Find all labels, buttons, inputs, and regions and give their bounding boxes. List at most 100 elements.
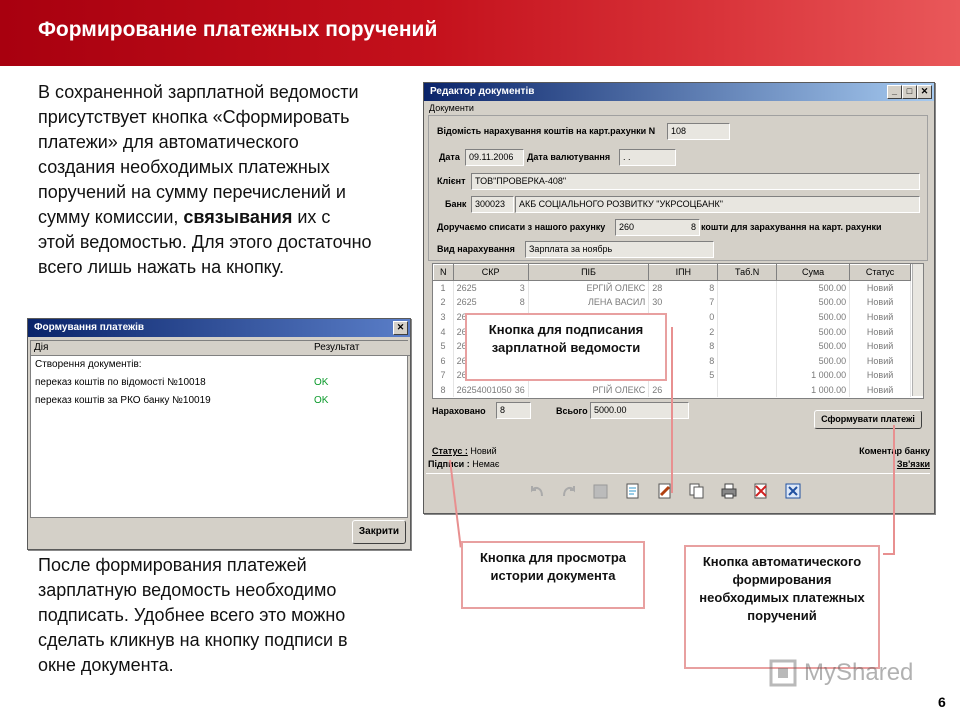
col-tab[interactable]: Таб.N: [717, 264, 778, 281]
cell-ipn-end: 8: [709, 341, 715, 352]
cell-status: Новий: [849, 338, 911, 354]
callout-sign-button: Кнопка для подписания зарплатной ведомос…: [465, 313, 667, 381]
bank-code-field[interactable]: 300023: [471, 196, 514, 213]
cell-skr-code: 2625: [456, 297, 477, 308]
debit-account-tail: 8: [690, 222, 696, 232]
callout-line-auto-tick: [883, 553, 894, 555]
col-ipn[interactable]: ІПН: [648, 264, 719, 281]
col-skr[interactable]: СКР: [452, 264, 529, 281]
dialog-row: переказ коштів по відомості №10018 OK: [31, 377, 407, 395]
intro-line: В сохраненной зарплатной ведомости: [38, 82, 359, 102]
after-line: сделать кликнув на кнопку подписи в: [38, 630, 348, 650]
cell-n: 4: [433, 324, 454, 339]
cell-sum: 500.00: [776, 324, 851, 339]
dialog-row-result: OK: [314, 377, 329, 388]
undo-icon[interactable]: [526, 480, 548, 502]
history-icon[interactable]: [622, 480, 644, 502]
redo-icon[interactable]: [558, 480, 580, 502]
cell-tab: [717, 353, 778, 369]
slide-title: Формирование платежных поручений: [38, 18, 438, 41]
cell-ipn-end: 8: [709, 355, 715, 366]
minimize-button[interactable]: _: [887, 85, 902, 99]
debit-account-field[interactable]: 260 8: [615, 219, 700, 236]
total-label: Всього: [556, 406, 588, 416]
cell-ipn-start: 30: [652, 297, 663, 308]
col-sum[interactable]: Сума: [776, 264, 851, 281]
status-row: Статус : Новий: [432, 446, 497, 456]
cell-status: Новий: [849, 309, 911, 325]
close-button[interactable]: ✕: [917, 85, 932, 99]
vidomist-number-field[interactable]: 108: [667, 123, 730, 140]
cell-pib: ЛЕНА ВАСИЛ: [528, 295, 650, 310]
links-link[interactable]: Зв'язки: [897, 459, 930, 469]
page-number: 6: [938, 694, 946, 710]
date-label: Дата: [439, 152, 460, 162]
cancel-icon[interactable]: [782, 480, 804, 502]
callout-line-sign: [671, 327, 673, 493]
cell-sum: 500.00: [776, 309, 851, 325]
dialog-row: переказ коштів за РКО банку №10019 OK: [31, 395, 407, 413]
after-paragraph: После формирования платежей зарплатную в…: [38, 553, 438, 678]
dialog-row-action: переказ коштів за РКО банку №10019: [35, 395, 211, 406]
cell-n: 1: [433, 280, 454, 296]
signatures-value: Немає: [472, 459, 500, 469]
copy-icon[interactable]: [686, 480, 708, 502]
menu-documents[interactable]: Документи: [429, 103, 474, 113]
watermark: MyShared: [768, 658, 913, 688]
bank-name-field[interactable]: АКБ СОЦІАЛЬНОГО РОЗВИТКУ "УКРСОЦБАНК": [515, 196, 920, 213]
intro-line: всего лишь нажать на кнопку.: [38, 257, 284, 277]
save-icon[interactable]: [590, 480, 612, 502]
document-editor-window: Редактор документів _ □ ✕ Документи Відо…: [423, 82, 935, 514]
cell-skr: 26254001050 36: [453, 382, 529, 398]
date-field[interactable]: 09.11.2006: [465, 149, 524, 166]
form-payments-button[interactable]: Сформувати платежі: [814, 410, 922, 429]
col-result[interactable]: Результат: [311, 341, 410, 356]
cell-status: Новий: [849, 368, 911, 383]
maximize-button[interactable]: □: [902, 85, 917, 99]
dialog-close-x-button[interactable]: ✕: [393, 321, 408, 335]
callout-line-auto: [893, 425, 895, 555]
cell-n: 5: [433, 338, 454, 354]
intro-line: платежи» для автоматического: [38, 132, 299, 152]
cell-skr: 2625 8: [453, 295, 529, 310]
form-payments-dialog: Формування платежів ✕ Дія Результат Ство…: [27, 318, 411, 550]
callout-auto-button: Кнопка автоматического формирования необ…: [684, 545, 880, 669]
dialog-titlebar[interactable]: Формування платежів ✕: [28, 319, 410, 337]
table-row[interactable]: 1 2625 3 ЕРГІЙ ОЛЕКС 28 8 500.00 Новий: [433, 280, 911, 296]
print-icon[interactable]: [718, 480, 740, 502]
vidomist-label: Відомість нарахування коштів на карт.рах…: [437, 126, 656, 136]
client-field[interactable]: ТОВ"ПРОВЕРКА-408": [471, 173, 920, 190]
table-scrollbar[interactable]: [912, 264, 923, 396]
valut-date-label: Дата валютування: [527, 152, 611, 162]
after-line: зарплатную ведомость необходимо: [38, 580, 337, 600]
cell-tab: [717, 295, 778, 310]
intro-line-part: их с: [292, 207, 331, 227]
col-status[interactable]: Статус: [849, 264, 911, 281]
dialog-row-action: Створення документів:: [35, 359, 142, 370]
col-pib[interactable]: ПІБ: [527, 264, 650, 281]
dialog-close-button[interactable]: Закрити: [352, 520, 406, 544]
col-n[interactable]: N: [433, 264, 454, 281]
cell-status: Новий: [849, 353, 911, 369]
total-field[interactable]: 5000.00: [590, 402, 689, 419]
accrued-field[interactable]: 8: [496, 402, 531, 419]
after-line: После формирования платежей: [38, 555, 307, 575]
col-action[interactable]: Дія: [31, 341, 313, 356]
editor-titlebar[interactable]: Редактор документів _ □ ✕: [424, 83, 934, 101]
cell-tab: [717, 338, 778, 354]
valut-date-field[interactable]: . .: [619, 149, 676, 166]
cell-skr-digit: 8: [519, 297, 525, 308]
cell-tab: [717, 324, 778, 339]
callout-history-button: Кнопка для просмотра истории документа: [461, 541, 645, 609]
accrual-type-field[interactable]: Зарплата за ноябрь: [525, 241, 714, 258]
table-row[interactable]: 2 2625 8 ЛЕНА ВАСИЛ 30 7 500.00 Новий: [433, 295, 911, 310]
status-value: Новий: [470, 446, 497, 456]
cell-status: Новий: [849, 382, 911, 398]
cell-sum: 1 000.00: [776, 368, 851, 383]
dialog-results-table: Дія Результат Створення документів: перек…: [30, 340, 410, 518]
delete-doc-icon[interactable]: [750, 480, 772, 502]
cell-ipn: 30 7: [648, 295, 719, 310]
cell-ipn-end: 2: [709, 326, 715, 337]
cell-status: Новий: [849, 280, 911, 296]
intro-line: создания необходимых платежных: [38, 157, 330, 177]
